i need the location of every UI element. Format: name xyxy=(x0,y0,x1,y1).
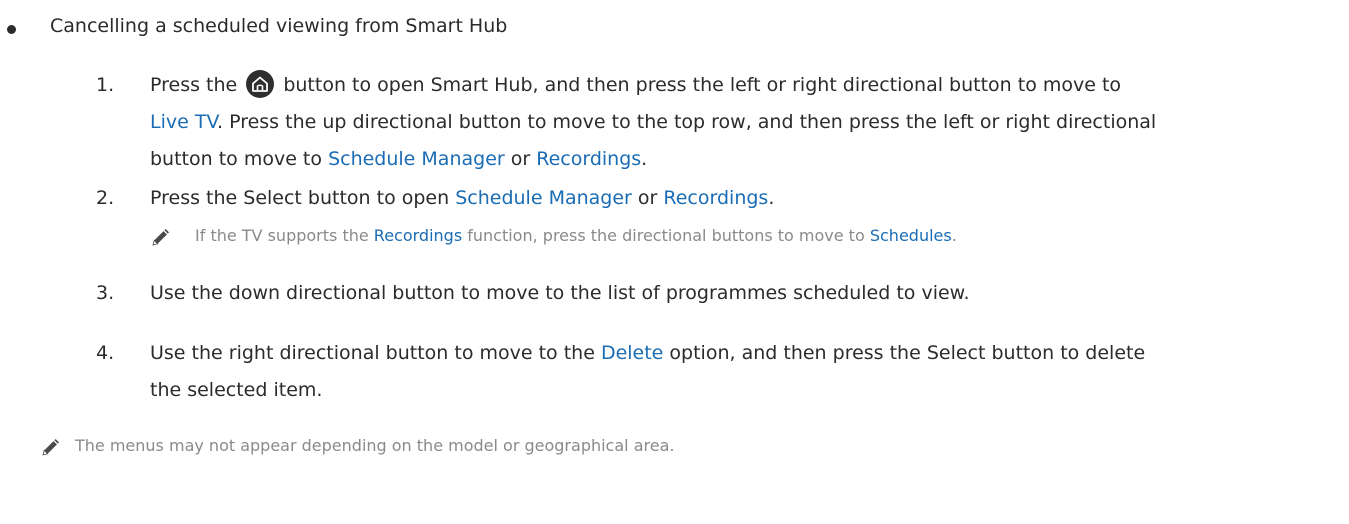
recordings-link[interactable]: Recordings xyxy=(536,148,641,170)
schedules-link[interactable]: Schedules xyxy=(870,226,952,245)
bullet-text: Cancelling a scheduled viewing from Smar… xyxy=(50,15,508,37)
step-text: Use the right directional button to move… xyxy=(150,342,595,364)
step-number: 2. xyxy=(96,187,115,209)
step-number: 3. xyxy=(96,282,115,304)
bullet-dot xyxy=(7,25,16,34)
step-body: Press the Select button to open Schedule… xyxy=(150,180,1340,217)
schedule-manager-link[interactable]: Schedule Manager xyxy=(328,148,505,170)
schedule-manager-link[interactable]: Schedule Manager xyxy=(455,187,632,209)
step-text: . xyxy=(768,187,775,209)
step-number: 1. xyxy=(96,74,115,96)
step-text: . xyxy=(641,148,648,170)
step-text: button to open Smart Hub, and then press… xyxy=(283,74,1122,96)
step-text: Press the Select button to open xyxy=(150,187,450,209)
step-number: 4. xyxy=(96,342,115,364)
note-text: The menus may not appear depending on th… xyxy=(75,436,675,455)
delete-link[interactable]: Delete xyxy=(601,342,663,364)
note-1: If the TV supports the Recordings functi… xyxy=(150,226,1150,250)
step-text: or xyxy=(510,148,531,170)
note-text: function, press the directional buttons … xyxy=(467,226,865,245)
step-body: Press the button to open Smart Hub, and … xyxy=(150,67,1340,178)
live-tv-link[interactable]: Live TV xyxy=(150,111,217,133)
step-text: Press the xyxy=(150,74,238,96)
step-text: the selected item. xyxy=(150,379,323,401)
step-text: or xyxy=(637,187,658,209)
note-2: The menus may not appear depending on th… xyxy=(40,436,940,460)
recordings-link[interactable]: Recordings xyxy=(374,226,462,245)
recordings-link[interactable]: Recordings xyxy=(663,187,768,209)
note-text: If the TV supports the xyxy=(195,226,369,245)
pencil-icon xyxy=(40,438,60,462)
step-body: Use the right directional button to move… xyxy=(150,335,1340,409)
pencil-icon xyxy=(150,228,170,252)
note-text: . xyxy=(951,226,957,245)
step-text: option, and then press the Select button… xyxy=(669,342,1146,364)
step-text: Use the down directional button to move … xyxy=(150,282,970,304)
step-text: . Press the up directional button to mov… xyxy=(217,111,1157,133)
step-text: button to move to xyxy=(150,148,323,170)
home-icon xyxy=(246,70,275,98)
